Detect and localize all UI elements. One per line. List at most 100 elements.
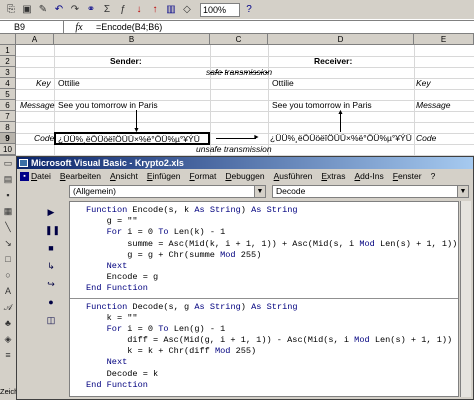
row-header[interactable]: 8 [0,122,16,133]
row-header[interactable]: 10 [0,144,16,155]
new-icon[interactable]: ▭ [2,158,14,170]
message-sender-cell[interactable]: See you tomorrow in Paris [58,100,158,111]
object-browser-icon[interactable]: ◫ [45,315,57,327]
arrow-right-line [216,138,256,139]
font-color-icon[interactable]: ≡ [2,350,14,362]
code-line[interactable]: g = "" [86,216,458,227]
rectangle-icon[interactable]: □ [2,254,14,266]
column-header-c[interactable]: C [210,34,268,45]
sort-ascending-icon[interactable]: ↓ [132,3,146,17]
code-sender-cell-selected[interactable]: ¿ÜÜ%¸ëÖÜöëîÖÜÜ×%ë°ÖÜ%µ°¥ÝÜ [54,132,210,145]
code-label-left: Code [34,133,55,143]
menu-ansicht[interactable]: Ansicht [110,171,138,181]
undo-icon[interactable]: ↶ [52,3,66,17]
row-header[interactable]: 7 [0,111,16,122]
arrow-tool-icon[interactable]: ↘ [2,238,14,250]
menu-ausfuehren[interactable]: Ausführen [274,171,313,181]
column-header-d[interactable]: D [268,34,414,45]
code-line[interactable]: End Function [86,283,458,294]
code-line[interactable]: k = "" [86,313,458,324]
help-icon[interactable]: ? [242,3,256,17]
code-line[interactable]: Decode = k [86,369,458,380]
name-box[interactable]: B9 [0,21,64,33]
code-editor[interactable]: Function Encode(s, k As String) As Strin… [69,201,459,397]
stop-icon[interactable]: ■ [45,243,57,255]
code-line[interactable]: For i = 0 To Len(k) - 1 [86,227,458,238]
row-header[interactable]: 5 [0,89,16,100]
vbe-title-bar[interactable]: Microsoft Visual Basic - Krypto2.xls [17,157,473,169]
step-over-icon[interactable]: ↪ [45,279,57,291]
pause-icon[interactable]: ❚❚ [45,225,60,237]
row-header[interactable]: 3 [0,67,16,78]
menu-format[interactable]: Format [189,171,216,181]
breakpoint-icon[interactable]: ● [45,297,57,309]
code-line[interactable]: End Function [86,380,458,391]
column-header-e[interactable]: E [414,34,474,45]
function-icon[interactable]: ƒ [116,3,130,17]
format-painter-icon[interactable]: ✎ [36,3,50,17]
code-line[interactable]: k = k + Chr(diff Mod 255) [86,346,458,357]
code-line[interactable]: diff = Asc(Mid(g, i + 1, 1)) - Asc(Mid(s… [86,335,458,346]
line-icon[interactable]: ╲ [2,222,14,234]
key-sender-cell[interactable]: Ottilie [58,78,80,89]
vertical-scrollbar[interactable] [460,201,471,397]
run-icon[interactable]: ▶ [45,207,57,219]
vbe-window: Microsoft Visual Basic - Krypto2.xls Dat… [16,156,474,400]
print-icon[interactable]: ▦ [2,206,14,218]
row-header[interactable]: 2 [0,56,16,67]
wordart-icon[interactable]: 𝒜 [2,302,14,314]
message-label-left: Message [20,100,55,110]
row-header[interactable]: 6 [0,100,16,111]
textbox-icon[interactable]: A [2,286,14,298]
select-all-corner[interactable] [0,34,16,45]
fill-color-icon[interactable]: ◈ [2,334,14,346]
column-header-b[interactable]: B [54,34,210,45]
code-line[interactable]: For i = 0 To Len(g) - 1 [86,324,458,335]
sort-descending-icon[interactable]: ↑ [148,3,162,17]
row-header[interactable]: 4 [0,78,16,89]
formula-input[interactable]: =Encode(B4;B6) [94,22,162,32]
arrowhead-icon: ▲ [337,109,344,116]
chevron-down-icon[interactable]: ▼ [457,186,468,197]
menu-einfuegen[interactable]: Einfügen [147,171,181,181]
code-line[interactable]: Next [86,357,458,368]
menu-addins[interactable]: Add-Ins [354,171,383,181]
drawing-icon[interactable]: ◇ [180,3,194,17]
zoom-select[interactable]: 100% [200,2,240,17]
key-receiver-cell[interactable]: Ottilie [272,78,294,89]
code-line[interactable]: Encode = g [86,272,458,283]
module-icon: ▪ [20,172,29,181]
menu-debuggen[interactable]: Debuggen [225,171,264,181]
row-header[interactable]: 1 [0,45,16,56]
receiver-header: Receiver: [314,56,353,66]
code-line[interactable]: Next [86,261,458,272]
chart-icon[interactable]: ▥ [164,3,178,17]
row-header-selected[interactable]: 9 [0,133,16,144]
menu-datei[interactable]: Datei [31,171,51,181]
chevron-down-icon[interactable]: ▼ [254,186,265,197]
procedure-select[interactable]: Decode ▼ [272,185,469,198]
message-receiver-cell[interactable]: See you tomorrow in Paris [272,100,372,111]
open-icon[interactable]: ▤ [2,174,14,186]
column-header-a[interactable]: A [16,34,54,45]
oval-icon[interactable]: ○ [2,270,14,282]
menu-help[interactable]: ? [431,171,436,181]
save-icon[interactable]: ▪ [2,190,14,202]
menu-bearbeiten[interactable]: Bearbeiten [60,171,101,181]
code-line[interactable]: Function Encode(s, k As String) As Strin… [86,205,458,216]
menu-extras[interactable]: Extras [321,171,345,181]
menu-fenster[interactable]: Fenster [393,171,422,181]
code-receiver-cell[interactable]: ¿ÜÜ%¸ëÖÜöëîÖÜÜ×%ë°ÖÜ%µ°¥ÝÜ [270,133,412,144]
function-icon[interactable]: fx [64,22,94,33]
code-line[interactable]: g = g + Chr(summe Mod 255) [86,250,458,261]
step-into-icon[interactable]: ↳ [45,261,57,273]
redo-icon[interactable]: ↷ [68,3,82,17]
autosum-icon[interactable]: Σ [100,3,114,17]
hyperlink-icon[interactable]: ⚭ [84,3,98,17]
object-select[interactable]: (Allgemein) ▼ [69,185,266,198]
code-line[interactable]: Function Decode(s, g As String) As Strin… [86,302,458,313]
code-line[interactable]: summe = Asc(Mid(k, i + 1, 1)) + Asc(Mid(… [86,239,458,250]
paste-icon[interactable]: ▣ [20,3,34,17]
copy-icon[interactable]: ⎘ [4,3,18,17]
clipart-icon[interactable]: ♣ [2,318,14,330]
